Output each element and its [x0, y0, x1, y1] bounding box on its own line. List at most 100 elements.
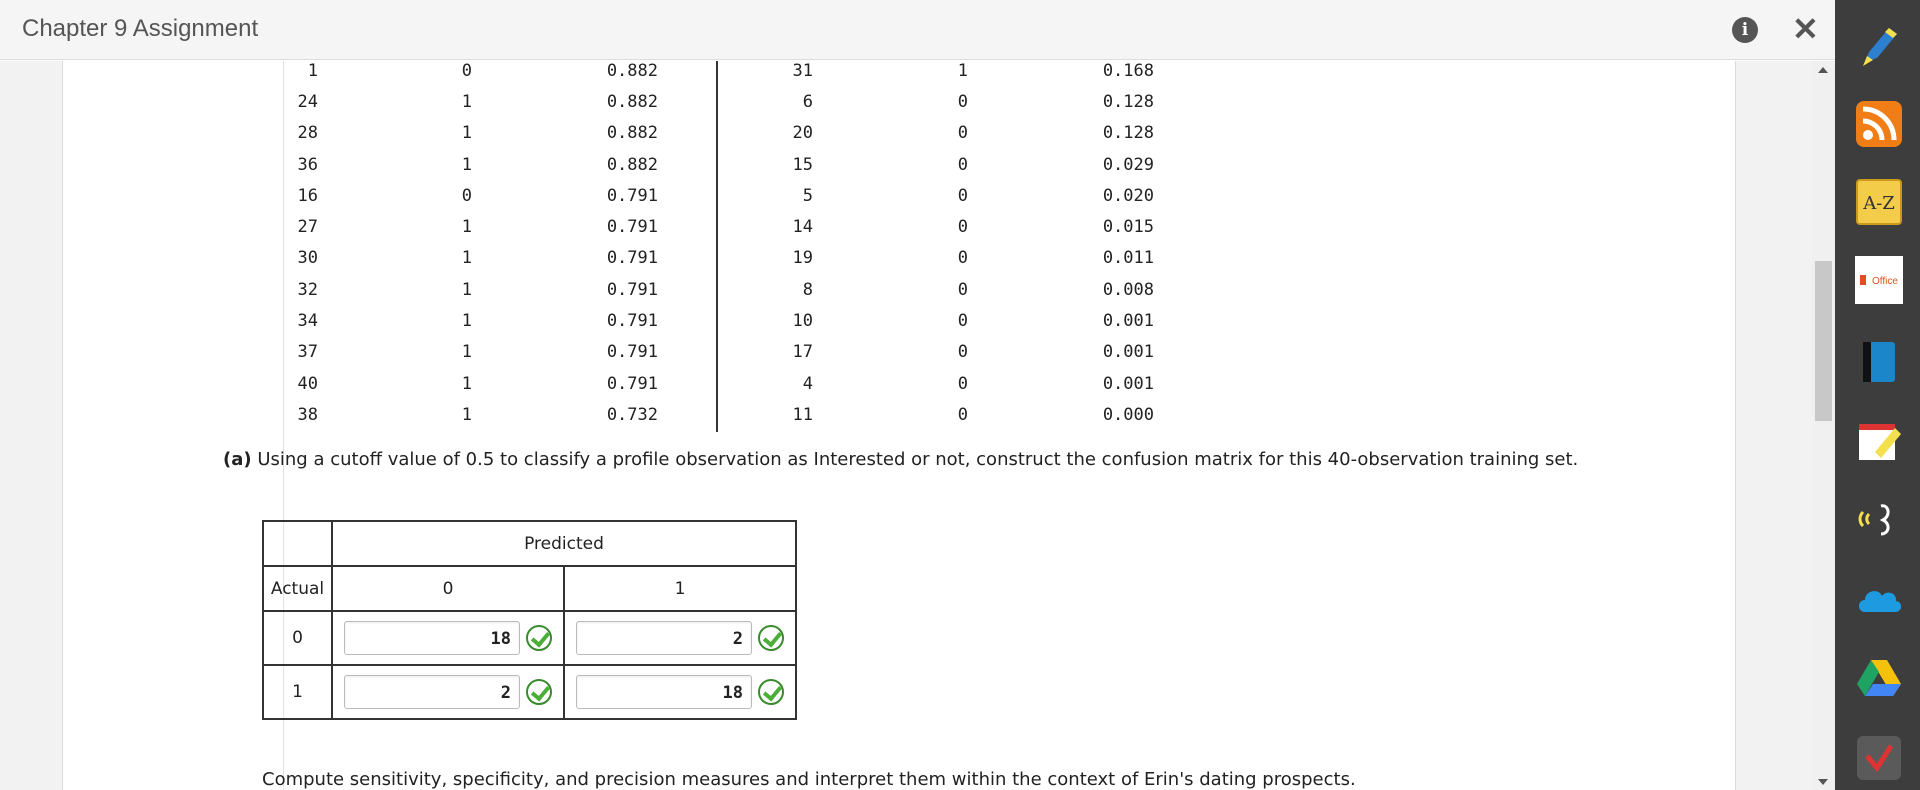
table-cell: 0.168 — [1102, 61, 1154, 81]
followup-question: Compute sensitivity, specificity, and pr… — [262, 769, 1356, 790]
question-a: (a) Using a cutoff value of 0.5 to class… — [223, 449, 1578, 470]
answer-field-r1c1[interactable]: 18 — [576, 675, 752, 709]
table-cell: 0 — [957, 311, 968, 331]
table-row: 40 1 0.791 4 0 0.001 — [0, 374, 1200, 405]
cm-col-0-header: 0 — [331, 565, 565, 612]
a-z-icon[interactable]: A-Z — [1855, 178, 1903, 226]
cm-row-0-label: 0 — [262, 610, 333, 666]
table-cell: 0.791 — [606, 374, 658, 394]
table-cell: 1 — [461, 123, 472, 143]
table-cell: 15 — [792, 155, 813, 175]
table-cell: 36 — [297, 155, 318, 175]
confusion-matrix: Predicted Actual 0 1 0 18 2 1 2 18 — [262, 520, 797, 720]
table-row: 37 1 0.791 17 0 0.001 — [0, 342, 1200, 373]
cm-predicted-header: Predicted — [331, 520, 797, 567]
speech-icon[interactable] — [1855, 496, 1903, 544]
note-icon[interactable] — [1855, 418, 1903, 466]
table-cell: 19 — [792, 248, 813, 268]
table-cell: 10 — [792, 311, 813, 331]
answer-field-r0c0[interactable]: 18 — [344, 621, 520, 655]
cm-col-1-header: 1 — [563, 565, 797, 612]
cm-actual-header: Actual — [262, 565, 333, 612]
table-cell: 6 — [802, 92, 813, 112]
table-row: 36 1 0.882 15 0 0.029 — [0, 155, 1200, 186]
data-table: 1 0 0.882 31 1 0.168 24 1 0.882 6 0 0.128 28 1 0.882 20… — [0, 61, 1200, 441]
table-cell: 0 — [957, 155, 968, 175]
table-cell: 24 — [297, 92, 318, 112]
table-cell: 27 — [297, 217, 318, 237]
content-area: 1 0 0.882 31 1 0.168 24 1 0.882 6 0 0.128 28 1 0.882 20… — [0, 61, 1812, 790]
highlighter-icon[interactable] — [1855, 22, 1903, 70]
table-cell: 17 — [792, 342, 813, 362]
table-cell: 0.791 — [606, 248, 658, 268]
table-cell: 1 — [461, 92, 472, 112]
table-cell: 30 — [297, 248, 318, 268]
table-cell: 1 — [461, 342, 472, 362]
table-cell: 4 — [802, 374, 813, 394]
table-cell: 1 — [461, 405, 472, 425]
table-cell: 1 — [461, 280, 472, 300]
table-cell: 0 — [957, 374, 968, 394]
table-cell: 38 — [297, 405, 318, 425]
table-cell: 0.128 — [1102, 123, 1154, 143]
table-cell: 0.011 — [1102, 248, 1154, 268]
table-cell: 0.882 — [606, 92, 658, 112]
office-icon[interactable]: Office — [1855, 256, 1903, 304]
table-row: 38 1 0.732 11 0 0.000 — [0, 405, 1200, 436]
table-cell: 0.791 — [606, 217, 658, 237]
table-cell: 0.001 — [1102, 311, 1154, 331]
book-icon[interactable] — [1855, 338, 1903, 386]
table-cell: 1 — [461, 217, 472, 237]
answer-value: 2 — [732, 629, 743, 649]
info-icon[interactable]: i — [1732, 17, 1758, 43]
table-cell: 37 — [297, 342, 318, 362]
answer-field-r0c1[interactable]: 2 — [576, 621, 752, 655]
table-cell: 31 — [792, 61, 813, 81]
table-cell: 0.000 — [1102, 405, 1154, 425]
vertical-scrollbar[interactable] — [1812, 61, 1835, 790]
table-cell: 0.015 — [1102, 217, 1154, 237]
scroll-down-arrow-icon[interactable] — [1818, 779, 1828, 785]
scroll-up-arrow-icon[interactable] — [1818, 67, 1828, 73]
app-icon[interactable] — [1855, 734, 1903, 782]
table-cell: 0.882 — [606, 61, 658, 81]
cm-cell-r1c1: 18 — [563, 664, 797, 720]
right-toolbar: A-Z Office — [1835, 0, 1920, 790]
table-row: 24 1 0.882 6 0 0.128 — [0, 92, 1200, 123]
table-cell: 11 — [792, 405, 813, 425]
correct-check-icon — [526, 679, 552, 705]
drive-icon[interactable] — [1855, 654, 1903, 702]
table-cell: 0 — [461, 186, 472, 206]
close-icon[interactable]: ✕ — [1792, 12, 1819, 46]
table-cell: 40 — [297, 374, 318, 394]
table-cell: 1 — [461, 155, 472, 175]
table-cell: 0.008 — [1102, 280, 1154, 300]
table-cell: 20 — [792, 123, 813, 143]
table-cell: 1 — [461, 374, 472, 394]
table-cell: 0 — [957, 405, 968, 425]
table-cell: 0.001 — [1102, 342, 1154, 362]
table-row: 32 1 0.791 8 0 0.008 — [0, 280, 1200, 311]
answer-field-r1c0[interactable]: 2 — [344, 675, 520, 709]
table-cell: 1 — [957, 61, 968, 81]
table-cell: 0 — [957, 123, 968, 143]
table-row: 30 1 0.791 19 0 0.011 — [0, 248, 1200, 279]
cloud-icon[interactable] — [1855, 576, 1903, 624]
answer-value: 18 — [490, 629, 511, 649]
table-cell: 0 — [461, 61, 472, 81]
scrollbar-thumb[interactable] — [1815, 261, 1832, 421]
table-cell: 0 — [957, 342, 968, 362]
cm-cell-r1c0: 2 — [331, 664, 565, 720]
table-row: 28 1 0.882 20 0 0.128 — [0, 123, 1200, 154]
table-cell: 0 — [957, 217, 968, 237]
office-label: Office — [1872, 276, 1898, 287]
table-cell: 0.791 — [606, 311, 658, 331]
rss-icon[interactable] — [1855, 100, 1903, 148]
correct-check-icon — [526, 625, 552, 651]
window-title: Chapter 9 Assignment — [22, 15, 259, 42]
table-cell: 0.020 — [1102, 186, 1154, 206]
table-cell: 1 — [461, 311, 472, 331]
table-cell: 0.791 — [606, 280, 658, 300]
table-row: 16 0 0.791 5 0 0.020 — [0, 186, 1200, 217]
cm-cell-r0c1: 2 — [563, 610, 797, 666]
